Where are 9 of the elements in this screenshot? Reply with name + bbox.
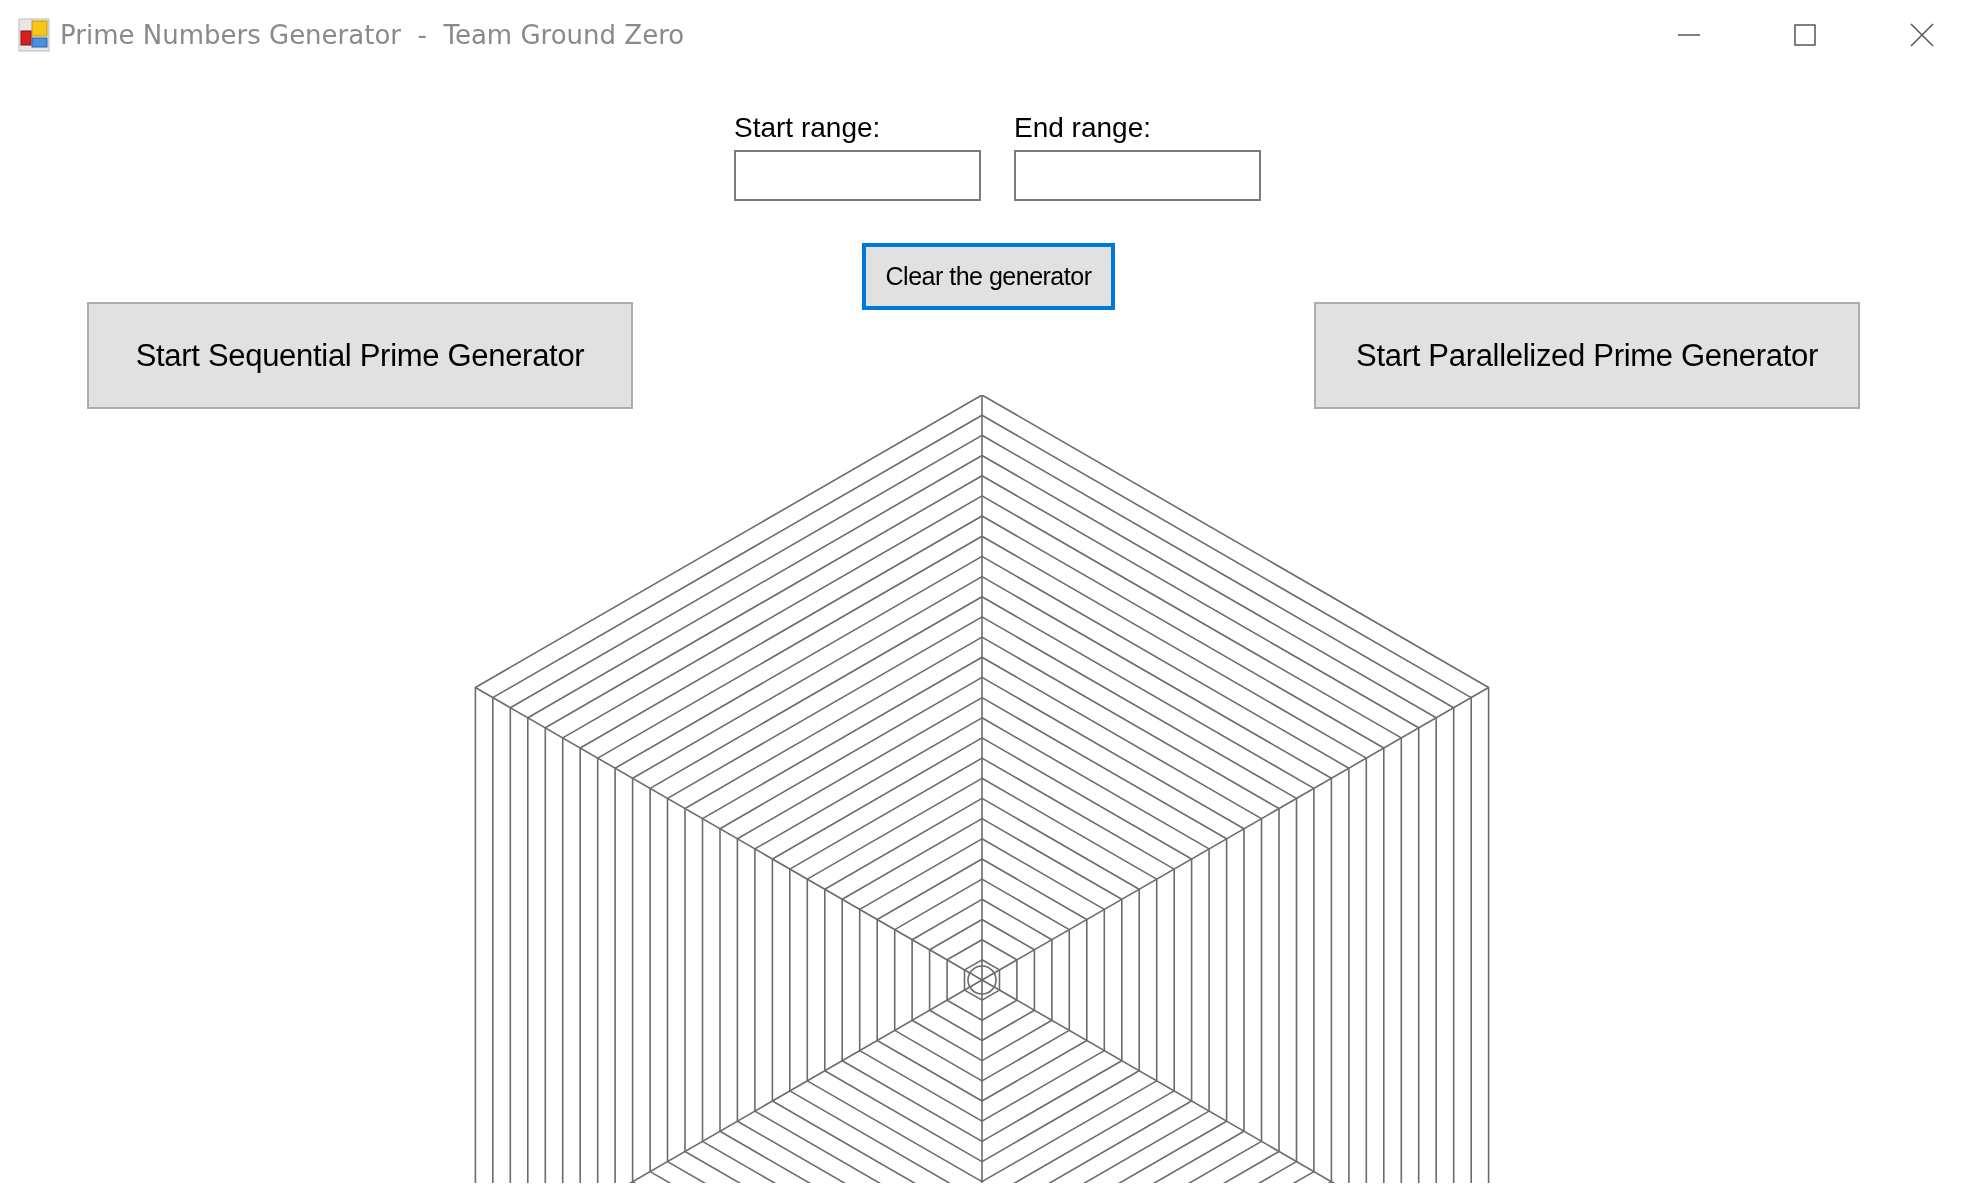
app-icon bbox=[18, 18, 50, 52]
range-input[interactable] bbox=[1014, 150, 1261, 201]
clear-button[interactable]: Clear the generator bbox=[862, 243, 1115, 310]
field-label: End range: bbox=[1014, 112, 1152, 144]
window-title: Prime Numbers Generator - Team Ground Zero bbox=[60, 20, 686, 50]
start-button[interactable]: Start Sequential Prime Generator bbox=[87, 302, 633, 409]
field-label: Start range: bbox=[734, 112, 882, 144]
range-input[interactable] bbox=[734, 150, 981, 201]
start-button[interactable]: Start Parallelized Prime Generator bbox=[1314, 302, 1860, 409]
